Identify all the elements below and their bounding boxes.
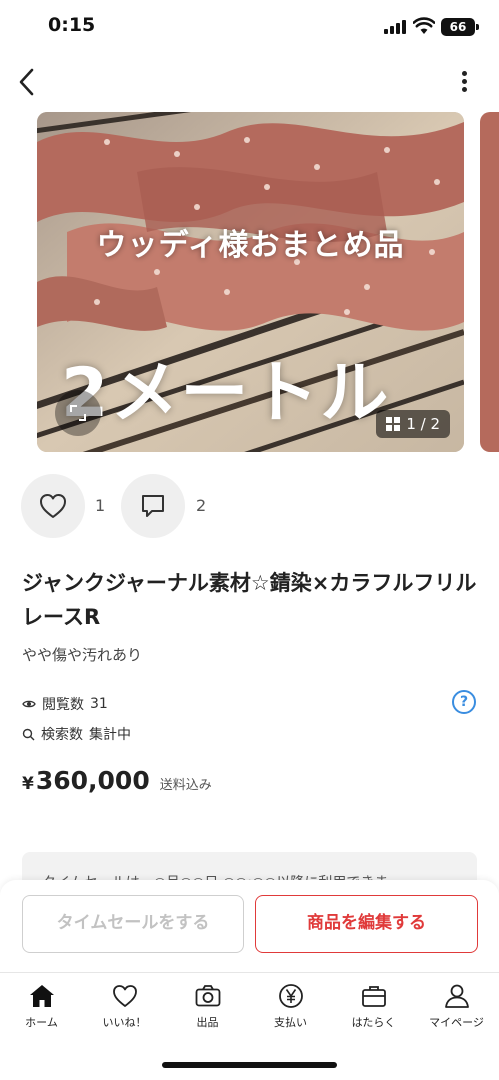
yen-icon: [278, 984, 303, 1008]
status-time: 0:15: [48, 14, 96, 36]
tab-listing-label: 出品: [196, 1016, 219, 1029]
help-icon[interactable]: ?: [452, 690, 476, 714]
more-dot: [461, 71, 467, 76]
search-icon: [22, 728, 35, 740]
search-count-value: 集計中: [89, 727, 131, 743]
photo-counter-text: 1 / 2: [406, 415, 440, 433]
tab-listing[interactable]: 出品: [166, 981, 249, 1041]
tab-mypage[interactable]: マイページ: [415, 981, 498, 1041]
comment-icon: [142, 495, 164, 517]
comment-count: 2: [196, 496, 207, 515]
tab-home[interactable]: ホーム: [0, 981, 83, 1041]
tab-work-label: はたらく: [351, 1016, 396, 1029]
tab-payment-label: 支払い: [274, 1016, 307, 1029]
more-dot: [461, 87, 467, 92]
home-indicator: [162, 1062, 337, 1068]
views-value: 31: [90, 696, 108, 712]
comment-button[interactable]: [121, 474, 185, 538]
price-currency: ¥: [22, 774, 34, 794]
photo-caption-top: ウッディ様おまとめ品: [96, 228, 405, 263]
price: ¥ 360,000 送料込み: [22, 766, 212, 795]
battery-icon: 66: [441, 18, 475, 36]
price-value: 360,000: [35, 766, 150, 795]
more-dot: [461, 79, 467, 84]
like-button[interactable]: [21, 474, 85, 538]
item-title: ジャンクジャーナル素材☆錆染×カラフルフリルレースR: [22, 571, 477, 629]
timesale-button[interactable]: タイムセールをする: [22, 895, 244, 953]
tab-work[interactable]: はたらく: [332, 981, 415, 1041]
product-photo[interactable]: ウッディ様おまとめ品 2メートル 1 / 2: [37, 112, 464, 452]
search-count-label: 検索数: [41, 727, 83, 743]
camera-icon: [195, 985, 220, 1007]
wifi-icon: [413, 17, 435, 34]
battery-tip: [476, 24, 479, 30]
tab-payment[interactable]: 支払い: [249, 981, 332, 1041]
item-condition: やや傷や汚れあり: [22, 646, 143, 664]
heart-icon: [40, 494, 66, 518]
next-photo-peek[interactable]: [480, 112, 499, 452]
views-row: 閲覧数 31: [22, 694, 108, 714]
shipping-note: 送料込み: [159, 778, 212, 793]
tab-likes-label: いいね！: [102, 1016, 147, 1029]
cellular-signal-icon: [384, 20, 408, 34]
heart-icon: [112, 985, 137, 1007]
home-icon: [29, 985, 54, 1007]
edit-item-button[interactable]: 商品を編集する: [255, 895, 478, 953]
chevron-left-icon: [19, 68, 34, 96]
grid-icon: [386, 417, 401, 431]
status-bar: 0:15 66: [0, 0, 499, 56]
briefcase-icon: [361, 986, 386, 1007]
zoom-button[interactable]: [55, 390, 101, 436]
tab-mypage-label: マイページ: [429, 1016, 484, 1029]
more-options-button[interactable]: [452, 68, 476, 98]
eye-icon: [22, 700, 36, 708]
tab-likes[interactable]: いいね！: [83, 981, 166, 1041]
search-count-row: 検索数 集計中: [22, 724, 131, 744]
expand-icon: [70, 405, 86, 421]
views-label: 閲覧数: [42, 697, 84, 713]
back-button[interactable]: [12, 64, 44, 100]
person-icon: [444, 984, 469, 1008]
photo-counter: 1 / 2: [376, 410, 450, 438]
tab-home-label: ホーム: [25, 1016, 58, 1029]
like-count: 1: [95, 496, 106, 515]
